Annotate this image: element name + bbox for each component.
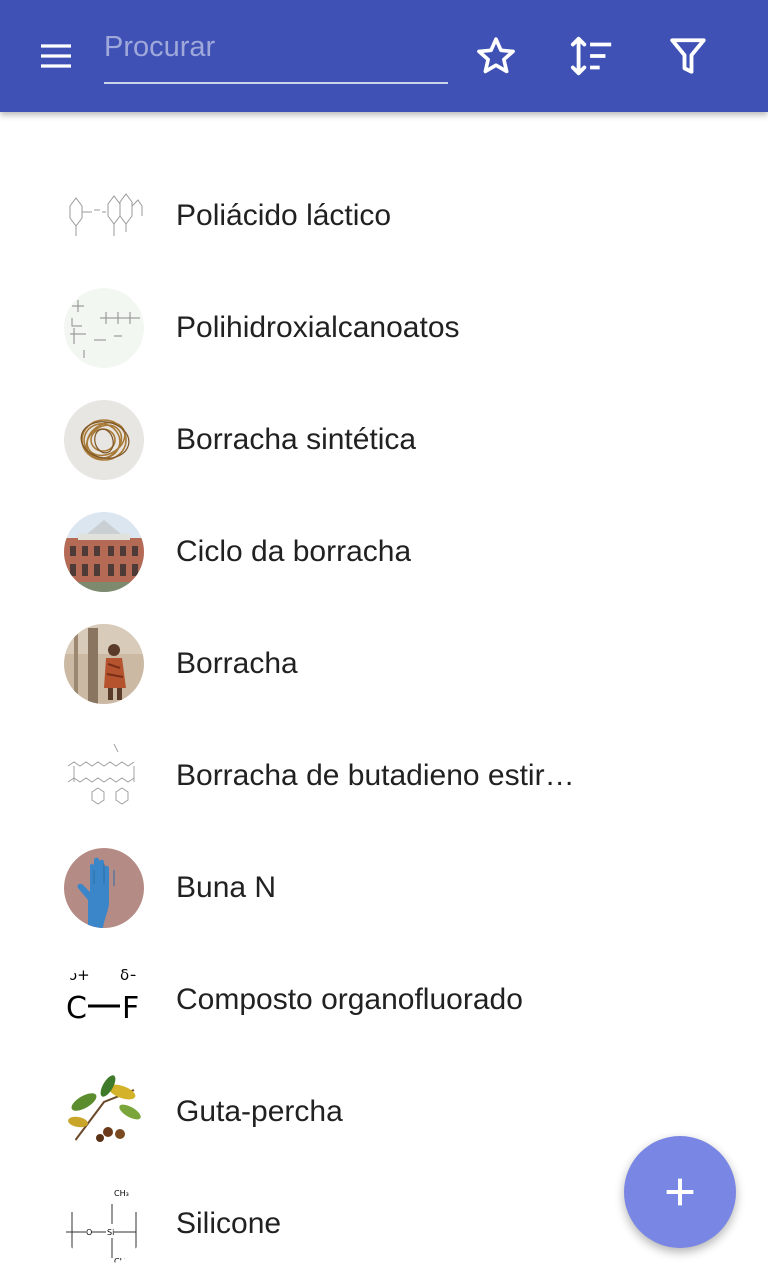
c-f-bond-diagram-thumbnail: δ+ δ− C F — [64, 960, 144, 1040]
building-photo-thumbnail — [64, 512, 144, 592]
list-item[interactable]: Borracha de butadieno estir… — [0, 720, 768, 832]
favorites-button[interactable] — [464, 24, 528, 88]
list-item[interactable]: δ+ δ− C F Composto organofluorado — [0, 944, 768, 1056]
add-button[interactable] — [624, 1136, 736, 1248]
list-item[interactable]: Buna N — [0, 832, 768, 944]
list-item[interactable]: Polihidroxialcanoatos — [0, 272, 768, 384]
list-item[interactable]: Poliácido láctico — [0, 160, 768, 272]
list-item-label: Composto organofluorado — [176, 983, 523, 1016]
article-list: Poliácido láctico Polihidroxialcanoatos — [0, 160, 768, 1280]
chemical-structure-thumbnail — [64, 288, 144, 368]
delta-minus-label: δ− — [120, 966, 142, 984]
search-input[interactable] — [104, 24, 448, 70]
carbon-label: C — [66, 991, 87, 1026]
chemical-structure-thumbnail: CH₃ O Si CH₃ — [64, 1184, 144, 1264]
silicon-label: Si — [107, 1228, 114, 1237]
plus-icon — [666, 1178, 694, 1206]
blue-glove-photo-thumbnail — [64, 848, 144, 928]
filter-icon — [670, 38, 706, 74]
botanical-illustration-thumbnail — [64, 1072, 144, 1152]
sort-icon — [570, 36, 612, 76]
list-item-label: Silicone — [176, 1207, 282, 1240]
list-item-label: Borracha — [176, 647, 298, 680]
chemical-structure-thumbnail — [64, 736, 144, 816]
rubber-tapping-photo-thumbnail — [64, 624, 144, 704]
list-item-label: Buna N — [176, 871, 277, 904]
search-field[interactable] — [104, 24, 448, 84]
list-item-label: Borracha sintética — [176, 423, 417, 456]
app-bar — [0, 0, 768, 112]
menu-icon — [41, 44, 71, 68]
star-outline-icon — [477, 37, 515, 74]
sort-button[interactable] — [560, 24, 624, 88]
menu-button[interactable] — [24, 24, 88, 88]
delta-plus-label: δ+ — [68, 966, 90, 984]
list-item-label: Ciclo da borracha — [176, 535, 412, 568]
list-item-label: Borracha de butadieno estir… — [176, 759, 575, 792]
list-item[interactable]: Borracha sintética — [0, 384, 768, 496]
oxygen-label: O — [86, 1228, 92, 1237]
ch3-bottom-label: CH₃ — [114, 1257, 129, 1264]
rubber-bands-photo-thumbnail — [64, 400, 144, 480]
list-item[interactable]: Borracha — [0, 608, 768, 720]
chemical-structure-thumbnail — [64, 176, 144, 256]
list-item[interactable]: Ciclo da borracha — [0, 496, 768, 608]
list-item-label: Poliácido láctico — [176, 199, 392, 232]
filter-button[interactable] — [656, 24, 720, 88]
list-item-label: Polihidroxialcanoatos — [176, 311, 460, 344]
ch3-top-label: CH₃ — [114, 1189, 129, 1198]
list-item-label: Guta-percha — [176, 1095, 343, 1128]
fluorine-label: F — [122, 991, 139, 1026]
